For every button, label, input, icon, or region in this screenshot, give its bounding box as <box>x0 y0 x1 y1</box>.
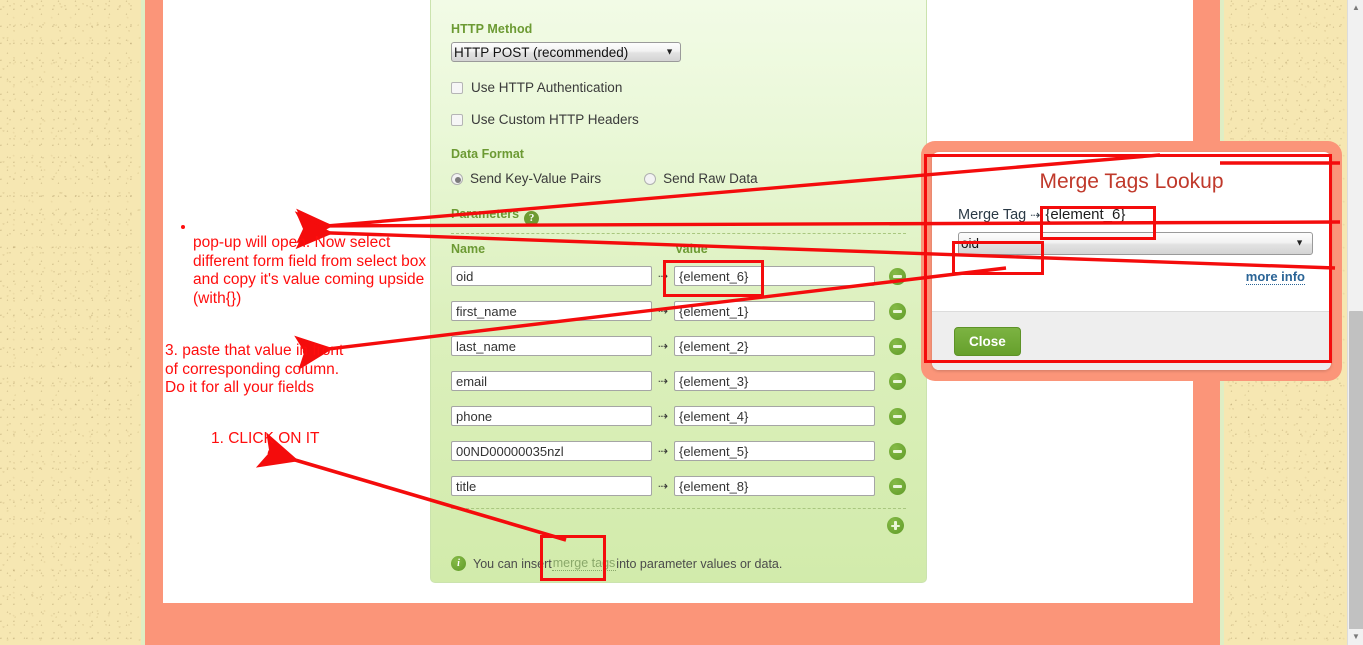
http-auth-checkbox[interactable] <box>451 82 463 94</box>
highlight-box-element6-value <box>663 260 764 297</box>
column-header-name: Name <box>451 242 486 256</box>
scrollbar-thumb[interactable] <box>1349 311 1363 631</box>
parameter-name-input[interactable] <box>451 266 653 286</box>
info-icon: i <box>451 556 466 571</box>
help-icon[interactable]: ? <box>524 211 540 226</box>
data-format-radio-group: Send Key-Value Pairs Send Raw Data <box>451 170 906 188</box>
arrow-right-icon: ⇢ <box>658 374 669 388</box>
send-raw-data-label: Send Raw Data <box>663 171 758 186</box>
parameter-value-input[interactable] <box>673 406 876 426</box>
table-row: ⇢ <box>451 368 906 394</box>
plus-icon-vertical <box>894 521 897 530</box>
scroll-up-arrow-icon[interactable]: ▲ <box>1348 0 1363 16</box>
parameter-rows: ⇢⇢⇢⇢⇢⇢⇢ <box>451 263 906 499</box>
parameters-column-headers: Name Value <box>451 242 906 256</box>
custom-headers-checkbox[interactable] <box>451 114 463 126</box>
custom-headers-checkbox-row[interactable]: Use Custom HTTP Headers <box>451 111 906 129</box>
highlight-box-merge-tags-link <box>540 535 606 581</box>
send-key-value-radio[interactable] <box>451 173 463 185</box>
annotation-paste-note: 3. paste that value in front of correspo… <box>165 342 344 396</box>
custom-headers-label: Use Custom HTTP Headers <box>471 112 639 127</box>
parameter-name-input[interactable] <box>451 441 653 461</box>
parameter-name-input[interactable] <box>451 371 653 391</box>
minus-icon <box>893 345 903 348</box>
send-raw-data-radio[interactable] <box>644 173 657 185</box>
parameter-name-input[interactable] <box>451 336 653 356</box>
http-method-label: HTTP Method <box>451 22 533 36</box>
minus-icon <box>893 380 903 383</box>
table-row: ⇢ <box>451 438 906 464</box>
parameter-name-input[interactable] <box>451 406 653 426</box>
remove-parameter-button[interactable] <box>889 302 906 320</box>
add-parameter-row <box>451 517 906 539</box>
remove-parameter-button[interactable] <box>889 407 906 425</box>
parameter-value-input[interactable] <box>673 441 876 461</box>
parameters-divider-bottom <box>451 508 906 509</box>
annotation-click-note: 1. CLICK ON IT <box>211 430 320 447</box>
arrow-right-icon: ⇢ <box>658 444 669 458</box>
parameter-name-input[interactable] <box>451 301 653 321</box>
data-format-label: Data Format <box>451 147 524 161</box>
send-key-value-radio-row[interactable]: Send Key-Value Pairs <box>451 170 601 188</box>
http-method-select[interactable]: HTTP POST (recommended) <box>451 42 681 62</box>
http-method-select-wrap: HTTP POST (recommended) ▼ <box>451 42 681 62</box>
arrow-right-icon: ⇢ <box>658 339 669 353</box>
minus-icon <box>893 450 903 453</box>
parameters-divider-top <box>451 233 906 234</box>
annotation-bullet <box>181 225 185 229</box>
http-auth-checkbox-row[interactable]: Use HTTP Authentication <box>451 79 906 97</box>
minus-icon <box>893 485 903 488</box>
remove-parameter-button[interactable] <box>889 477 906 495</box>
scroll-down-arrow-icon[interactable]: ▼ <box>1348 629 1363 645</box>
minus-icon <box>893 415 903 418</box>
parameter-value-input[interactable] <box>673 301 876 321</box>
arrow-right-icon: ⇢ <box>658 409 669 423</box>
remove-parameter-button[interactable] <box>889 337 906 355</box>
table-row: ⇢ <box>451 298 906 324</box>
table-row: ⇢ <box>451 333 906 359</box>
arrow-right-icon: ⇢ <box>658 479 669 493</box>
minus-icon <box>893 310 903 313</box>
arrow-right-icon: ⇢ <box>658 304 669 318</box>
annotation-popup-note: pop-up will open. Now select different f… <box>193 234 427 307</box>
column-header-value: Value <box>675 242 708 256</box>
remove-parameter-button[interactable] <box>889 442 906 460</box>
merge-tags-info-row: i You can insert merge tags into paramet… <box>451 556 906 571</box>
remove-parameter-button[interactable] <box>889 267 906 285</box>
parameter-value-input[interactable] <box>673 336 876 356</box>
vertical-scrollbar[interactable]: ▲ ▼ <box>1347 0 1363 645</box>
highlight-box-dialog <box>924 154 1332 363</box>
send-key-value-label: Send Key-Value Pairs <box>470 171 602 186</box>
parameter-value-input[interactable] <box>673 371 876 391</box>
remove-parameter-button[interactable] <box>889 372 906 390</box>
send-raw-data-radio-row[interactable]: Send Raw Data <box>644 170 758 188</box>
table-row: ⇢ <box>451 473 906 499</box>
info-text-after: into parameter values or data. <box>616 556 783 571</box>
table-row: ⇢ <box>451 403 906 429</box>
minus-icon <box>893 275 903 278</box>
http-auth-label: Use HTTP Authentication <box>471 80 623 95</box>
parameters-heading: Parameters? <box>451 205 906 226</box>
parameter-value-input[interactable] <box>673 476 876 496</box>
parameters-label: Parameters <box>451 207 520 221</box>
parameter-name-input[interactable] <box>451 476 653 496</box>
add-parameter-button[interactable] <box>887 517 904 534</box>
